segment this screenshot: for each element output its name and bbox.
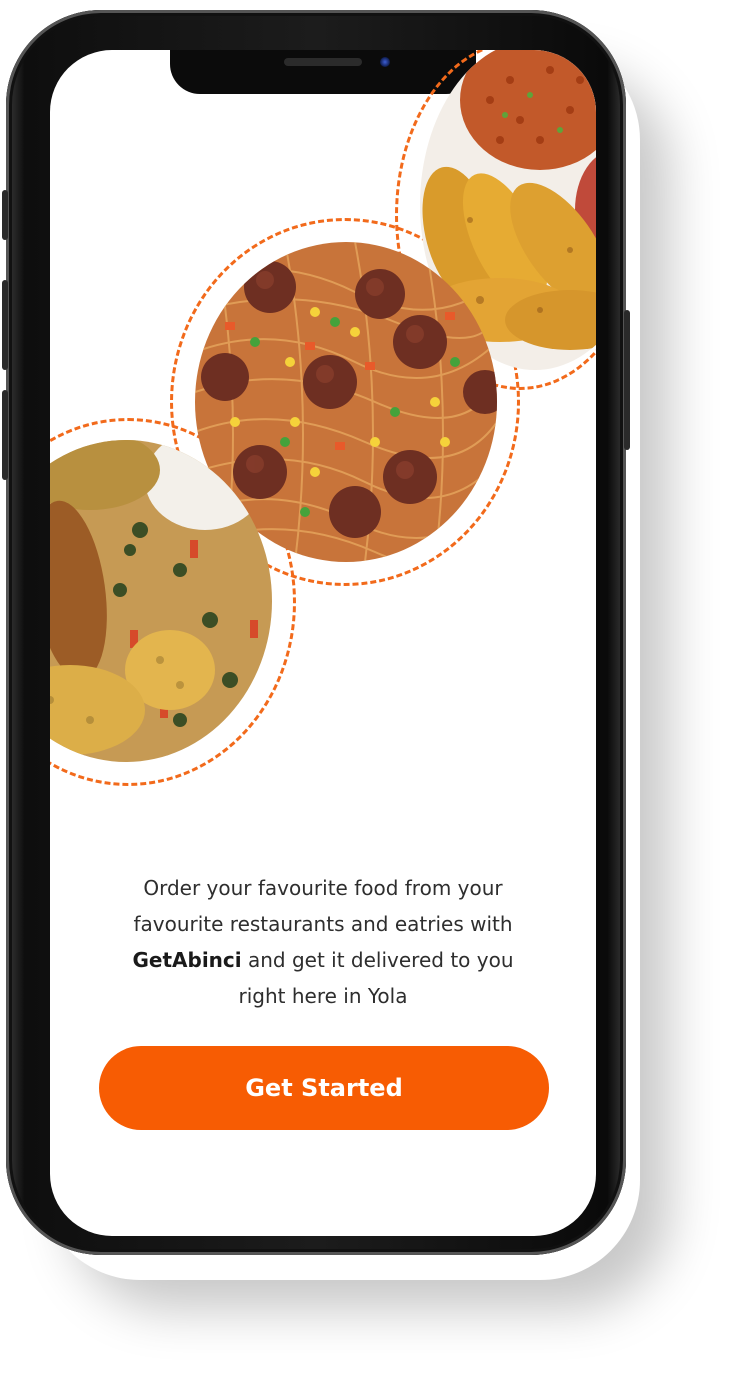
volume-up-button: [2, 280, 8, 370]
volume-down-button: [2, 390, 8, 480]
phone-frame: Order your favourite food from your favo…: [2, 10, 630, 1255]
notch: [170, 50, 476, 94]
brand-name: GetAbinci: [132, 948, 242, 972]
description-text-2: and get it delivered to you right here i…: [238, 948, 514, 1008]
onboarding-description: Order your favourite food from your favo…: [130, 870, 516, 1014]
app-screen: Order your favourite food from your favo…: [50, 50, 596, 1236]
description-text-1: Order your favourite food from your favo…: [133, 876, 513, 936]
speaker-grille: [284, 58, 362, 66]
mute-switch: [2, 190, 8, 240]
power-button: [624, 310, 630, 450]
front-camera-icon: [380, 57, 390, 67]
get-started-button[interactable]: Get Started: [99, 1046, 549, 1130]
